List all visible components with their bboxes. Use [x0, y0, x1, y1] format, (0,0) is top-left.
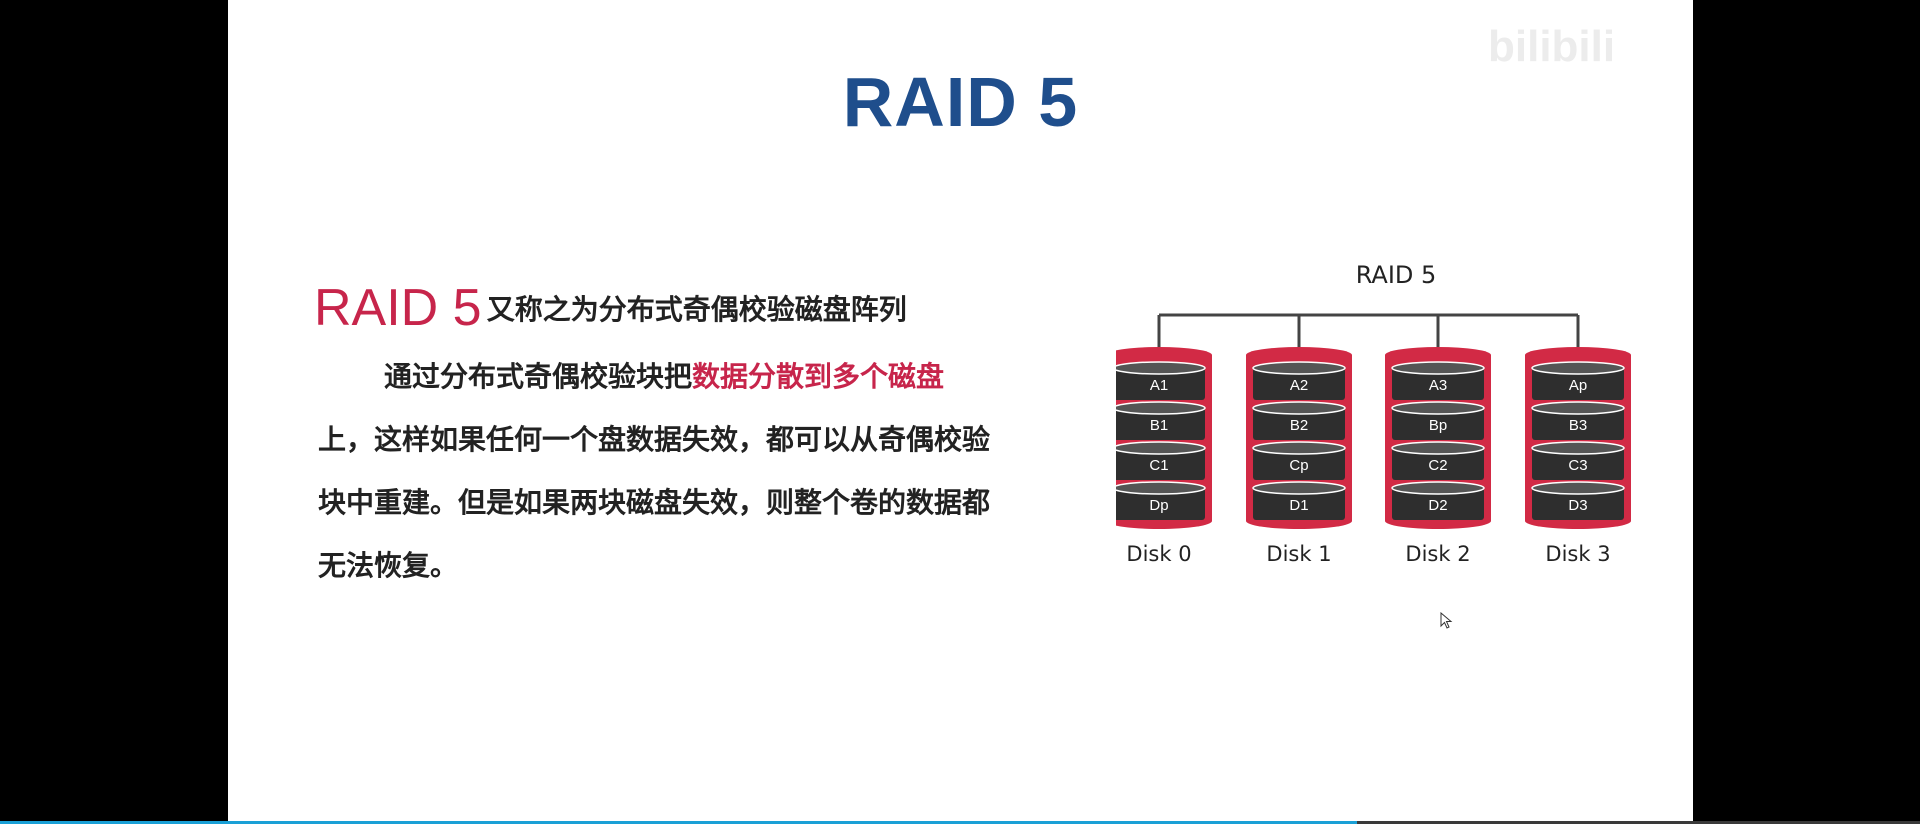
disk-block-top: [1116, 401, 1206, 415]
disk-block-top: [1391, 481, 1485, 495]
disk-label: Disk 2: [1405, 542, 1470, 566]
disk-block-top: [1531, 401, 1625, 415]
disk-block-label: A3: [1429, 377, 1447, 394]
disk-block-top: [1252, 441, 1346, 455]
disk-block-label: Ap: [1569, 377, 1587, 394]
disk-block-top: [1252, 361, 1346, 375]
raid-diagram-svg: A1 B1 C1 Dp Disk 0 A2 B2 Cp D1 Disk 1 A3 Bp C2 D2 Disk…: [1116, 313, 1631, 566]
disk-block-label: B3: [1569, 417, 1587, 434]
disk-label: Disk 3: [1545, 542, 1610, 566]
content-heading: RAID 5 又称之为分布式奇偶校验磁盘阵列: [314, 278, 907, 338]
disk-block-label: C1: [1149, 457, 1168, 474]
heading-description: 又称之为分布式奇偶校验磁盘阵列: [486, 293, 907, 326]
disk-label: Disk 0: [1126, 542, 1191, 566]
disk-block-top: [1531, 441, 1625, 455]
disk-frame-top: [1246, 347, 1352, 363]
disk-block-label: B1: [1150, 417, 1168, 434]
disk-block-label: C2: [1428, 457, 1447, 474]
disk-block-top: [1252, 401, 1346, 415]
disk-block-label: Dp: [1149, 497, 1168, 514]
para-part-1: 通过分布式奇偶校验块把: [384, 360, 693, 393]
disk-block-top: [1391, 361, 1485, 375]
disk-block-label: D1: [1289, 497, 1308, 514]
disk-block-label: A1: [1150, 377, 1168, 394]
disk-block-label: B2: [1290, 417, 1308, 434]
disk-block-top: [1391, 441, 1485, 455]
para-highlight: 数据分散到多个磁盘: [692, 360, 945, 393]
slide-title: RAID 5: [842, 63, 1079, 141]
slide: RAID 5 bilibili RAID 5 又称之为分布式奇偶校验磁盘阵列 通…: [228, 0, 1693, 822]
disk-block-label: Cp: [1289, 457, 1308, 474]
disk-block-top: [1116, 361, 1206, 375]
disk-block-label: D3: [1568, 497, 1587, 514]
disk-block-label: C3: [1568, 457, 1587, 474]
mouse-cursor-icon: [1440, 611, 1454, 630]
para-part-2: 上，这样如果任何一个盘数据失效，都可以从奇偶校验块中重建。但是如果两块磁盘失效，…: [318, 423, 991, 582]
disk-block-top: [1116, 481, 1206, 495]
heading-raid-label: RAID 5: [314, 279, 482, 337]
disk-label: Disk 1: [1266, 542, 1331, 566]
disk-frame-top: [1385, 347, 1491, 363]
disk-block-label: D2: [1428, 497, 1447, 514]
description-paragraph: 通过分布式奇偶校验块把数据分散到多个磁盘上，这样如果任何一个盘数据失效，都可以从…: [318, 345, 998, 597]
disk-block-top: [1531, 361, 1625, 375]
disk-block-label: Bp: [1429, 417, 1447, 434]
disk-frame-top: [1525, 347, 1631, 363]
disk-block-top: [1116, 441, 1206, 455]
disk-block-top: [1531, 481, 1625, 495]
disk-block-top: [1391, 401, 1485, 415]
raid5-diagram: RAID 5 A1 B1 C1 Dp Disk 0 A2 B2 Cp D1 Disk 1 A3 Bp C…: [1116, 255, 1676, 575]
disk-block-label: A2: [1290, 377, 1308, 394]
bilibili-watermark: bilibili: [1488, 22, 1616, 71]
disk-block-top: [1252, 481, 1346, 495]
